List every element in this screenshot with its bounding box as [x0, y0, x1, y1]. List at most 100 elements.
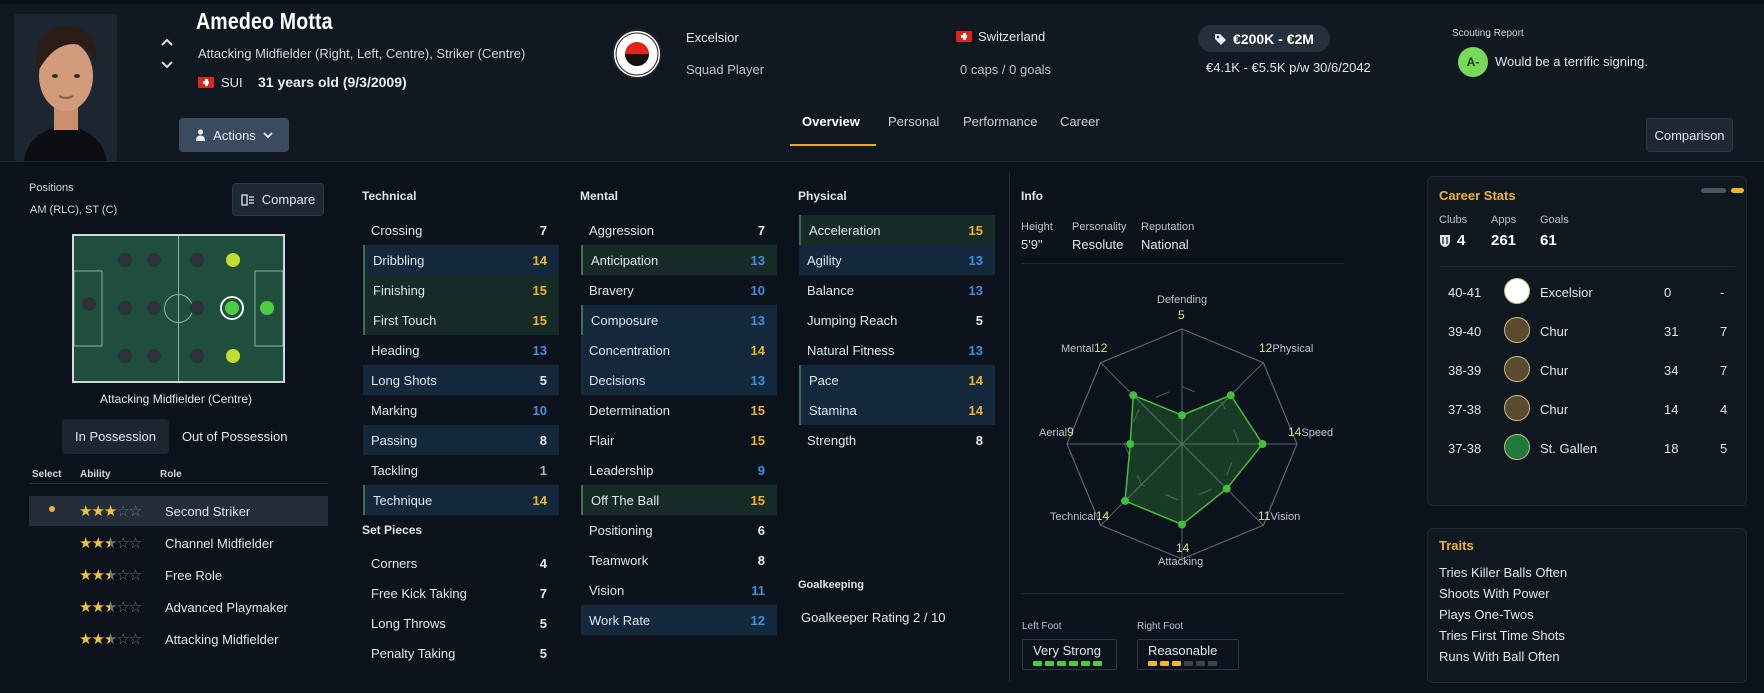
radar-label-vision: 11Vision	[1258, 509, 1301, 523]
attribute-row[interactable]: Natural Fitness 13	[799, 335, 995, 365]
attribute-row[interactable]: Bravery 10	[581, 275, 777, 305]
attribute-row[interactable]: Leadership 9	[581, 455, 777, 485]
club-logo[interactable]	[612, 29, 662, 79]
pitch-markings	[74, 236, 283, 381]
attribute-row[interactable]: Technique 14	[363, 485, 559, 515]
attribute-row[interactable]: Heading 13	[363, 335, 559, 365]
role-row[interactable]: ★★★☆☆ Attacking Midfielder	[29, 624, 328, 654]
attribute-row[interactable]: Passing 8	[363, 425, 559, 455]
player-name: Amedeo Motta	[196, 8, 333, 34]
attribute-row[interactable]: Agility 13	[799, 245, 995, 275]
attribute-row[interactable]: Stamina 14	[799, 395, 995, 425]
carousel-dot[interactable]	[1701, 188, 1726, 193]
technical-title: Technical	[362, 189, 417, 203]
attribute-row[interactable]: Aggression 7	[581, 215, 777, 245]
career-row[interactable]: 40-41 Excelsior 0 -	[1448, 275, 1738, 311]
goals: 7	[1720, 363, 1728, 378]
attribute-row[interactable]: Marking 10	[363, 395, 559, 425]
attribute-row[interactable]: Work Rate 12	[581, 605, 777, 635]
role-row[interactable]: ★★★☆☆ Advanced Playmaker	[29, 592, 328, 622]
compare-icon	[241, 193, 254, 206]
panel-divider	[1009, 172, 1010, 682]
right-foot-value: Reasonable	[1148, 643, 1218, 658]
attribute-row[interactable]: Tackling 1	[363, 455, 559, 485]
mental-title: Mental	[580, 189, 619, 203]
height-label: Height	[1021, 221, 1053, 233]
physical-title: Physical	[798, 189, 847, 203]
attribute-row[interactable]: Balance 13	[799, 275, 995, 305]
attribute-row[interactable]: Acceleration 15	[799, 215, 995, 245]
attribute-row[interactable]: Finishing 15	[363, 275, 559, 305]
attribute-name: Crossing	[371, 222, 423, 238]
attribute-value: 11	[751, 582, 765, 598]
attribute-row[interactable]: Pace 14	[799, 365, 995, 395]
chevron-down-icon[interactable]	[160, 58, 174, 72]
scouting-report-title: Scouting Report	[1452, 28, 1524, 39]
comparison-button[interactable]: Comparison	[1646, 118, 1733, 152]
radar-label-technical: Technical14	[1050, 509, 1110, 523]
attribute-name: Positioning	[589, 522, 653, 538]
tab-performance[interactable]: Performance	[963, 114, 1037, 129]
tab-personal[interactable]: Personal	[888, 114, 939, 129]
tab-career[interactable]: Career	[1060, 114, 1100, 129]
actions-button[interactable]: Actions	[179, 118, 289, 152]
attribute-row[interactable]: Determination 15	[581, 395, 777, 425]
pitch-position-dot	[118, 301, 132, 315]
club-crest-icon	[1504, 278, 1530, 304]
attribute-name: Stamina	[809, 402, 857, 418]
attribute-row[interactable]: First Touch 15	[363, 305, 559, 335]
club-name[interactable]: Excelsior	[686, 30, 739, 45]
role-row[interactable]: ★★★☆☆ Free Role	[29, 560, 328, 590]
out-of-possession-tab[interactable]: Out of Possession	[169, 419, 301, 454]
chevron-up-icon[interactable]	[160, 35, 174, 49]
attribute-row[interactable]: Corners 4	[363, 548, 559, 578]
attribute-row[interactable]: Vision 11	[581, 575, 777, 605]
transfer-value-badge[interactable]: €200K - €2M	[1198, 25, 1330, 52]
attribute-row[interactable]: Flair 15	[581, 425, 777, 455]
pitch-position-dot	[190, 349, 204, 363]
role-row[interactable]: ★★★☆☆ Channel Midfielder	[29, 528, 328, 558]
career-row[interactable]: 37-38 St. Gallen 18 5	[1448, 431, 1738, 467]
carousel-dot-active[interactable]	[1731, 188, 1744, 193]
career-row[interactable]: 39-40 Chur 31 7	[1448, 314, 1738, 350]
role-row-selected[interactable]: ★★★☆☆ Second Striker	[29, 496, 328, 526]
attribute-row[interactable]: Positioning 6	[581, 515, 777, 545]
attribute-row[interactable]: Long Shots 5	[363, 365, 559, 395]
attribute-row[interactable]: Crossing 7	[363, 215, 559, 245]
attribute-row[interactable]: Composure 13	[581, 305, 777, 335]
attribute-row[interactable]: Strength 8	[799, 425, 995, 455]
attribute-row[interactable]: Off The Ball 15	[581, 485, 777, 515]
left-foot-value: Very Strong	[1033, 643, 1101, 658]
attribute-row[interactable]: Teamwork 8	[581, 545, 777, 575]
career-row[interactable]: 38-39 Chur 34 7	[1448, 353, 1738, 389]
attribute-row[interactable]: Long Throws 5	[363, 608, 559, 638]
left-foot-box: Very Strong	[1022, 639, 1117, 670]
apps: 14	[1664, 402, 1679, 417]
attribute-row[interactable]: Decisions 13	[581, 365, 777, 395]
career-row[interactable]: 37-38 Chur 14 4	[1448, 392, 1738, 428]
attribute-value: 15	[750, 432, 765, 448]
attribute-name: Determination	[589, 402, 670, 418]
positions-label: Positions	[29, 182, 74, 194]
club-name: Chur	[1540, 324, 1569, 339]
attribute-name: Work Rate	[589, 612, 651, 628]
attribute-row[interactable]: Penalty Taking 5	[363, 638, 559, 668]
attribute-row[interactable]: Dribbling 14	[363, 245, 559, 275]
pitch-position-dot	[190, 301, 204, 315]
player-header: Amedeo Motta Attacking Midfielder (Right…	[0, 0, 1764, 162]
role-name: Advanced Playmaker	[165, 599, 288, 615]
goalkeeper-rating: Goalkeeper Rating 2 / 10	[801, 610, 946, 625]
goals: 5	[1720, 441, 1728, 456]
player-photo	[14, 14, 117, 161]
attribute-row[interactable]: Concentration 14	[581, 335, 777, 365]
attribute-row[interactable]: Jumping Reach 5	[799, 305, 995, 335]
attribute-row[interactable]: Anticipation 13	[581, 245, 777, 275]
attribute-row[interactable]: Free Kick Taking 7	[363, 578, 559, 608]
attribute-name: Aggression	[589, 222, 655, 238]
goals-value: 61	[1540, 232, 1557, 249]
radar-label-aerial: Aerial9	[1039, 425, 1074, 439]
tab-overview[interactable]: Overview	[802, 114, 860, 129]
in-possession-tab[interactable]: In Possession	[62, 419, 169, 454]
compare-button[interactable]: Compare	[232, 183, 324, 216]
goals: -	[1720, 285, 1725, 300]
